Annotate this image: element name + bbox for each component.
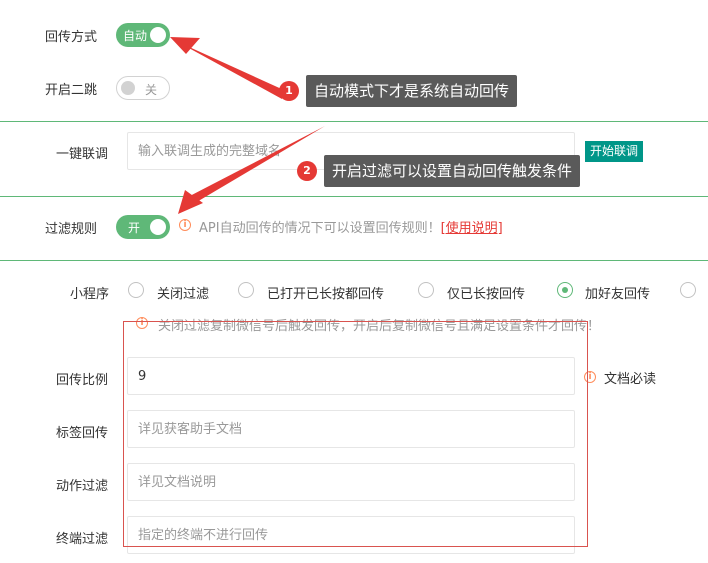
- arrow-1-shaft: [176, 41, 286, 99]
- annotation-callout-1: 自动模式下才是系统自动回传: [306, 75, 518, 107]
- annotation-badge-1: 1: [279, 81, 299, 101]
- annotation-callout-2: 开启过滤可以设置自动回传触发条件: [324, 155, 581, 187]
- annotation-badge-2: 2: [297, 161, 317, 181]
